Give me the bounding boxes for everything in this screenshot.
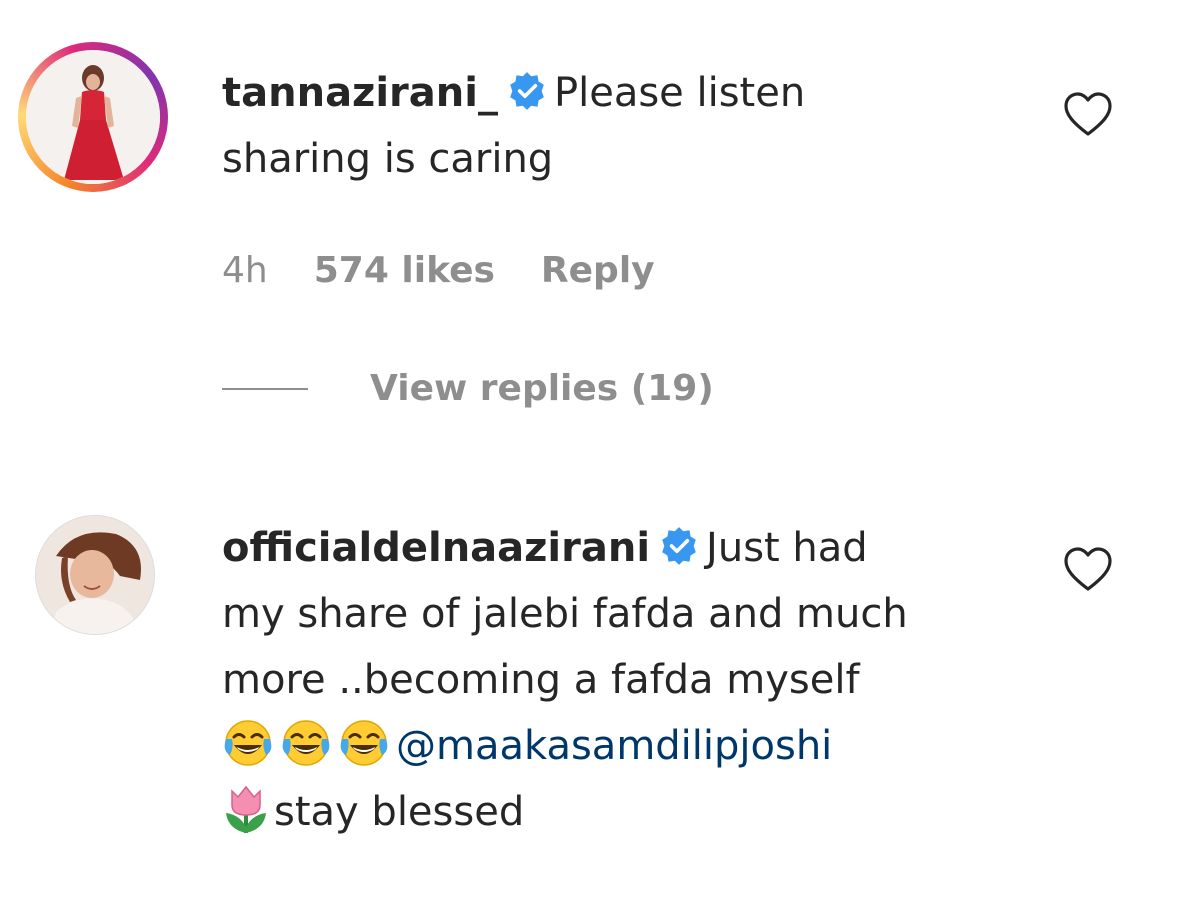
verified-badge-icon bbox=[510, 72, 544, 110]
avatar[interactable] bbox=[35, 515, 155, 635]
comment-text: stay blessed bbox=[274, 789, 525, 835]
avatar-image bbox=[36, 516, 154, 634]
comment-text: Please listen bbox=[553, 70, 806, 116]
tulip-emoji-icon bbox=[226, 785, 266, 833]
tears-of-joy-emoji-icon bbox=[224, 720, 272, 766]
comment-text: my share of jalebi fafda and much bbox=[222, 591, 908, 637]
comment-body: officialdelnaazirani Just had my share o… bbox=[222, 515, 1042, 845]
comment-time[interactable]: 4h bbox=[222, 250, 268, 291]
comment-username[interactable]: officialdelnaazirani bbox=[222, 525, 650, 571]
avatar[interactable] bbox=[26, 50, 160, 184]
verified-badge-icon bbox=[662, 527, 696, 565]
mention-link[interactable]: @maakasamdilipjoshi bbox=[396, 723, 832, 769]
view-replies-label: View replies (19) bbox=[370, 368, 714, 409]
story-ring[interactable] bbox=[18, 42, 168, 192]
comment-username[interactable]: tannazirani_ bbox=[222, 70, 498, 116]
view-replies-button[interactable]: View replies (19) bbox=[222, 368, 714, 409]
tears-of-joy-emoji-icon bbox=[340, 720, 388, 766]
comment-item: officialdelnaazirani Just had my share o… bbox=[0, 505, 1200, 885]
avatar-image bbox=[26, 50, 160, 184]
reply-button[interactable]: Reply bbox=[541, 250, 655, 291]
comment-text: more ..becoming a fafda myself bbox=[222, 657, 860, 703]
divider-line bbox=[222, 387, 308, 390]
tears-of-joy-emoji-icon bbox=[282, 720, 330, 766]
comment-meta: 4h 574 likes Reply bbox=[222, 250, 655, 291]
heart-icon[interactable] bbox=[1062, 90, 1114, 138]
comment-text: sharing is caring bbox=[222, 136, 554, 182]
heart-icon[interactable] bbox=[1062, 545, 1114, 593]
comment-item: tannazirani_ Please listen sharing is ca… bbox=[0, 40, 1200, 440]
comment-text: Just had bbox=[706, 525, 868, 571]
comment-body: tannazirani_ Please listen sharing is ca… bbox=[222, 60, 1042, 192]
comment-likes[interactable]: 574 likes bbox=[314, 250, 495, 291]
